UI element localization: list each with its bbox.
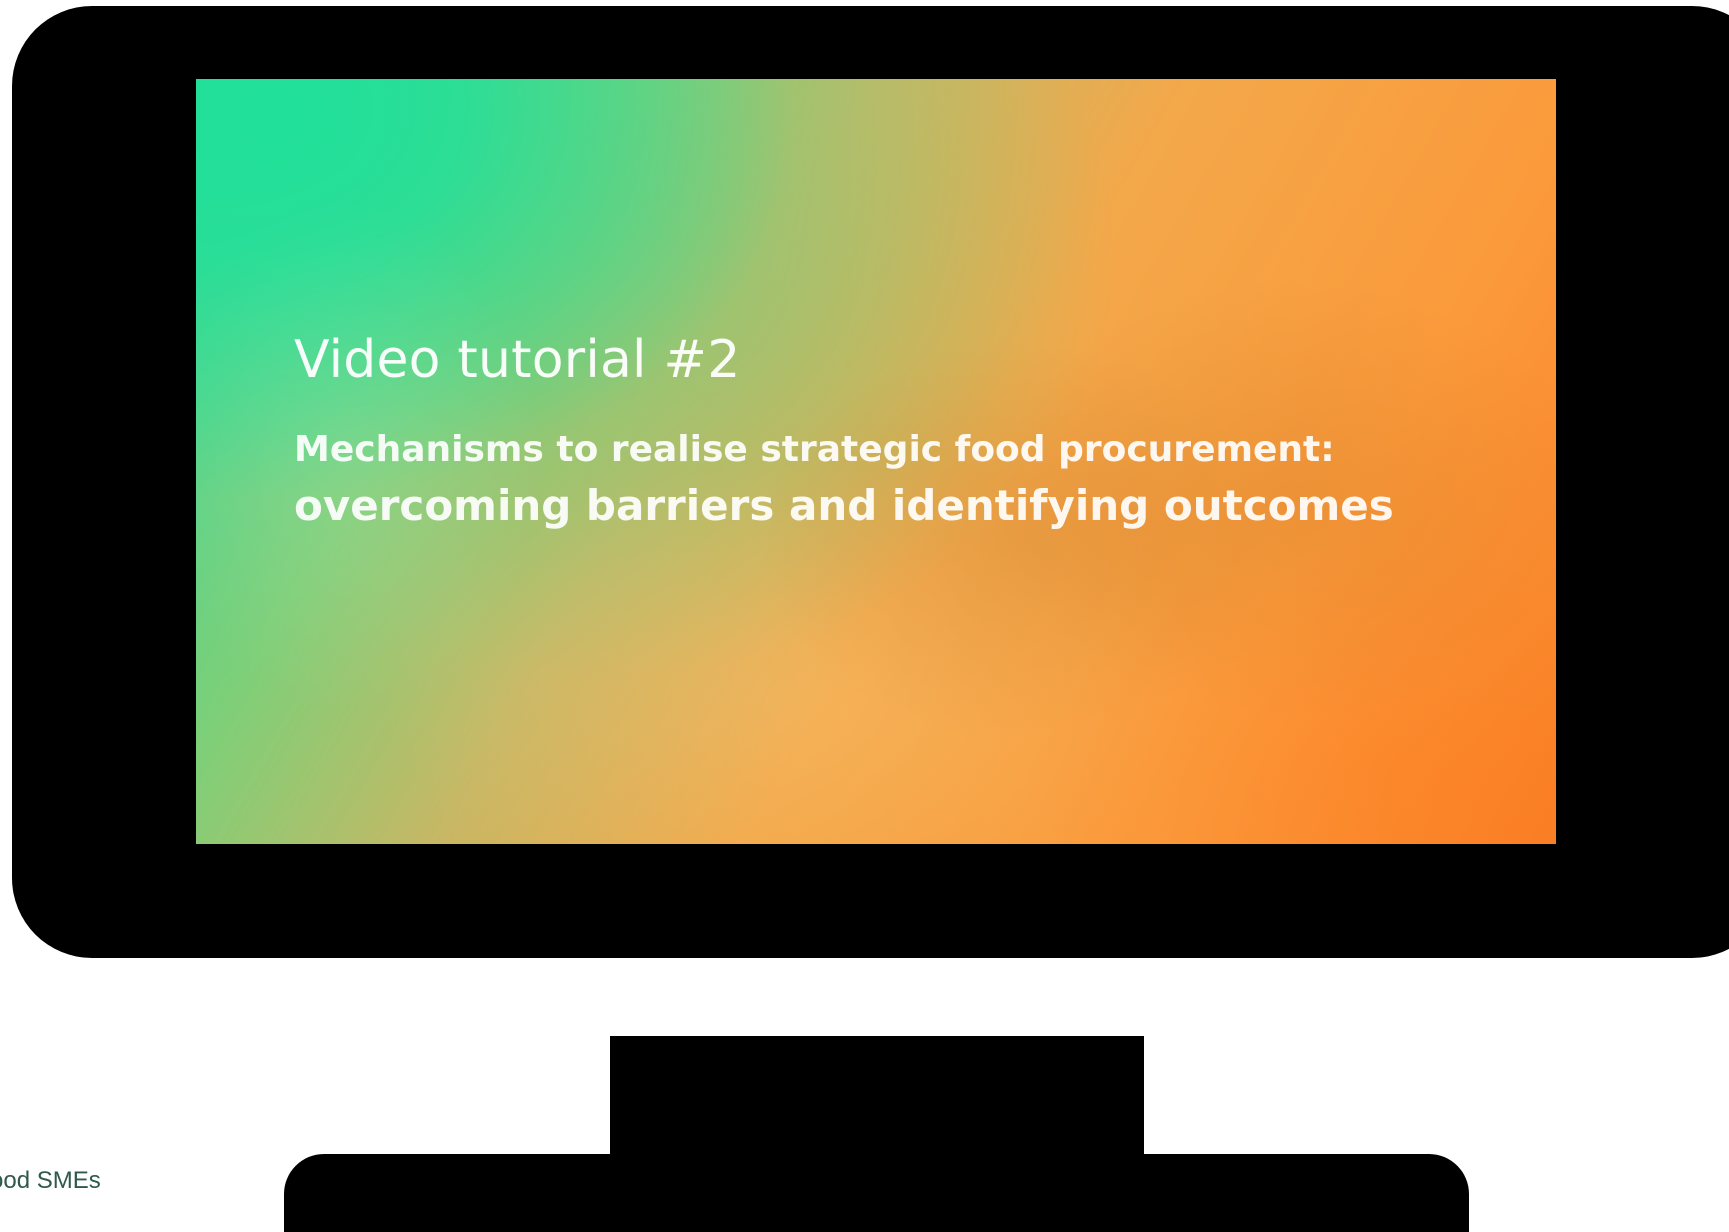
page: Video tutorial #2 Mechanisms to realise … xyxy=(0,0,1729,1232)
video-title: Video tutorial #2 xyxy=(294,330,741,390)
monitor-stand-neck xyxy=(610,1036,1144,1166)
video-subtitle-line-1: Mechanisms to realise strategic food pro… xyxy=(294,429,1335,470)
footer-caption: ood SMEs xyxy=(0,1167,101,1194)
monitor-stand-base xyxy=(284,1154,1469,1232)
video-screen[interactable]: Video tutorial #2 Mechanisms to realise … xyxy=(196,79,1556,844)
video-subtitle-line-2: overcoming barriers and identifying outc… xyxy=(294,481,1394,530)
